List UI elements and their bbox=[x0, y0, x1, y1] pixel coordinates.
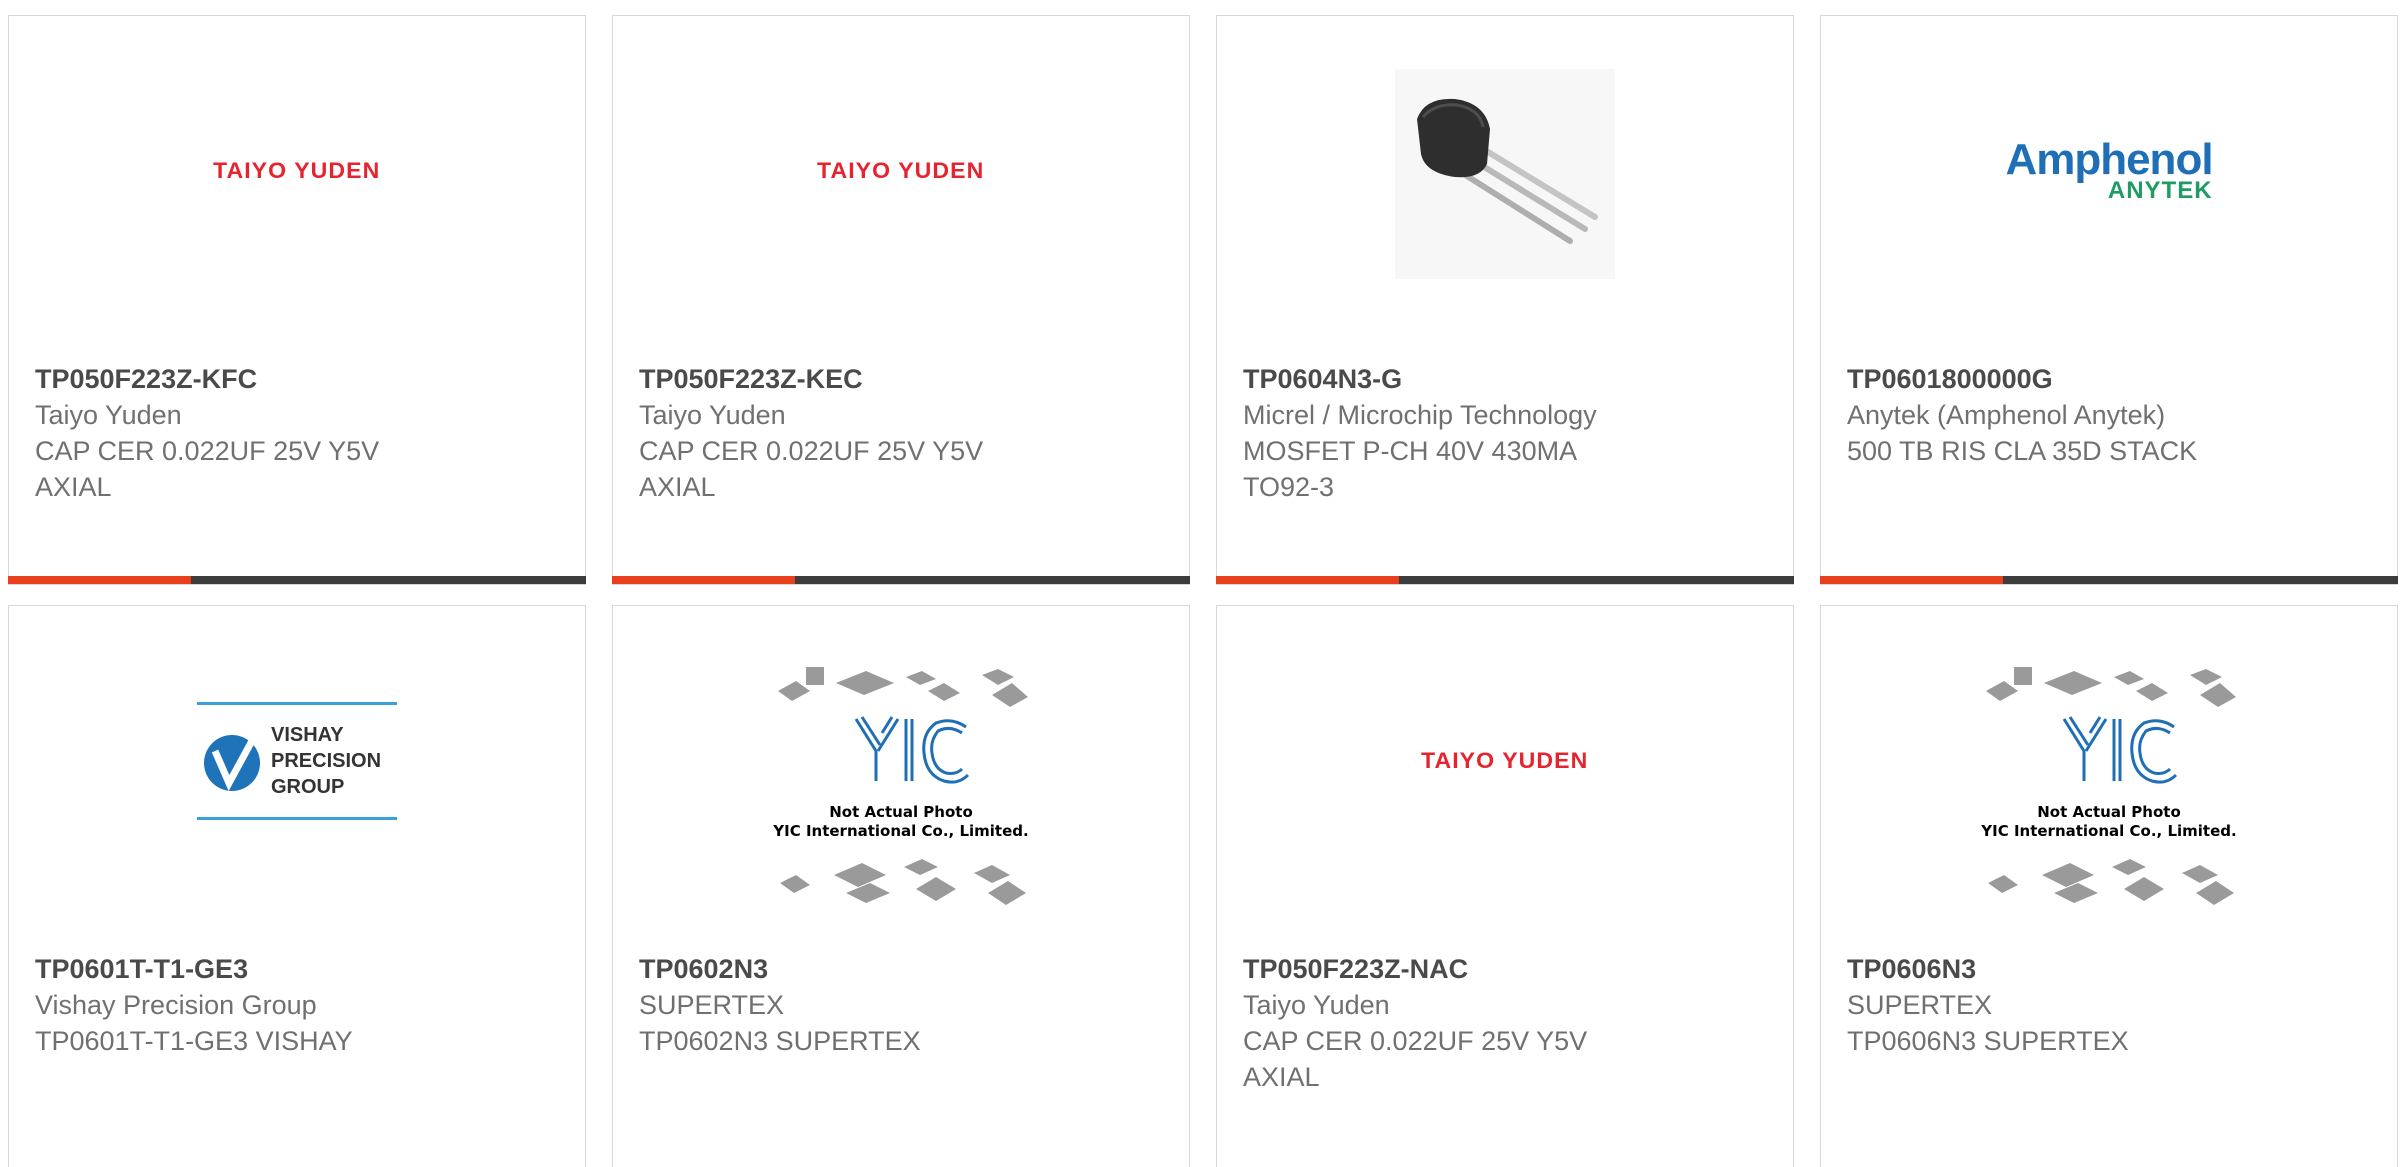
card-accent-bar bbox=[8, 576, 191, 584]
to92-transistor-photo bbox=[1395, 68, 1615, 279]
yic-placeholder-image: Not Actual Photo YIC International Co., … bbox=[1980, 667, 2237, 905]
product-image[interactable]: Amphenol ANYTEK bbox=[1821, 66, 2397, 336]
manufacturer: Vishay Precision Group bbox=[35, 990, 317, 1020]
part-number[interactable]: TP0604N3-G bbox=[1243, 361, 1773, 397]
description-line: AXIAL bbox=[1243, 1062, 1320, 1092]
vishay-logo-text: VISHAY bbox=[271, 724, 344, 746]
product-info: TP0601800000G Anytek (Amphenol Anytek) 5… bbox=[1847, 361, 2377, 469]
description-line: TP0606N3 SUPERTEX bbox=[1847, 1026, 2129, 1056]
product-card[interactable]: TAIYO YUDEN TP050F223Z-KEC Taiyo Yuden C… bbox=[612, 15, 1190, 585]
description-line: AXIAL bbox=[35, 472, 112, 502]
product-image[interactable]: Not Actual Photo YIC International Co., … bbox=[613, 656, 1189, 926]
description-line: TO92-3 bbox=[1243, 472, 1335, 502]
taiyo-yuden-logo: TAIYO YUDEN bbox=[213, 158, 381, 183]
yic-placeholder-image: Not Actual Photo YIC International Co., … bbox=[772, 667, 1029, 905]
part-number[interactable]: TP0606N3 bbox=[1847, 951, 2377, 987]
product-info: TP0604N3-G Micrel / Microchip Technology… bbox=[1243, 361, 1773, 505]
description-line: AXIAL bbox=[639, 472, 716, 502]
part-number[interactable]: TP0601800000G bbox=[1847, 361, 2377, 397]
description-line: CAP CER 0.022UF 25V Y5V bbox=[35, 436, 380, 466]
manufacturer: Taiyo Yuden bbox=[1243, 990, 1390, 1020]
product-card[interactable]: Not Actual Photo YIC International Co., … bbox=[612, 605, 1190, 1167]
card-footer-bar bbox=[1820, 576, 2398, 584]
manufacturer: Taiyo Yuden bbox=[639, 400, 786, 430]
manufacturer: SUPERTEX bbox=[1847, 990, 1993, 1020]
vishay-v-emblem-icon bbox=[204, 735, 260, 791]
description-line: MOSFET P-CH 40V 430MA bbox=[1243, 436, 1578, 466]
amphenol-wordmark: Amphenol bbox=[2005, 135, 2213, 184]
description-line: TP0602N3 SUPERTEX bbox=[639, 1026, 921, 1056]
product-image[interactable] bbox=[1217, 66, 1793, 336]
vishay-precision-group-logo: VISHAY PRECISION GROUP bbox=[197, 702, 397, 820]
product-image[interactable]: TAIYO YUDEN bbox=[9, 66, 585, 336]
manufacturer: Anytek (Amphenol Anytek) bbox=[1847, 400, 2166, 430]
description-line: CAP CER 0.022UF 25V Y5V bbox=[1243, 1026, 1588, 1056]
yic-caption: Not Actual Photo bbox=[2037, 803, 2181, 821]
product-card[interactable]: TAIYO YUDEN TP050F223Z-NAC Taiyo Yuden C… bbox=[1216, 605, 1794, 1167]
card-footer-bar bbox=[1216, 576, 1794, 584]
description-line: CAP CER 0.022UF 25V Y5V bbox=[639, 436, 984, 466]
part-number[interactable]: TP0602N3 bbox=[639, 951, 1169, 987]
card-footer-bar bbox=[8, 576, 586, 584]
product-card[interactable]: VISHAY PRECISION GROUP TP0601T-T1-GE3 Vi… bbox=[8, 605, 586, 1167]
product-info: TP050F223Z-KFC Taiyo Yuden CAP CER 0.022… bbox=[35, 361, 565, 505]
taiyo-yuden-logo: TAIYO YUDEN bbox=[1421, 748, 1589, 773]
yic-caption: YIC International Co., Limited. bbox=[1980, 822, 2236, 840]
product-image[interactable]: VISHAY PRECISION GROUP bbox=[9, 656, 585, 926]
card-footer-bar bbox=[612, 576, 1190, 584]
product-info: TP0602N3 SUPERTEX TP0602N3 SUPERTEX bbox=[639, 951, 1169, 1059]
part-number[interactable]: TP050F223Z-KFC bbox=[35, 361, 565, 397]
product-info: TP050F223Z-NAC Taiyo Yuden CAP CER 0.022… bbox=[1243, 951, 1773, 1095]
part-number[interactable]: TP050F223Z-NAC bbox=[1243, 951, 1773, 987]
card-accent-bar bbox=[1216, 576, 1399, 584]
vishay-logo-text: GROUP bbox=[271, 776, 345, 798]
product-image[interactable]: Not Actual Photo YIC International Co., … bbox=[1821, 656, 2397, 926]
product-card[interactable]: Amphenol ANYTEK TP0601800000G Anytek (Am… bbox=[1820, 15, 2398, 585]
vishay-logo-text: PRECISION bbox=[271, 750, 382, 772]
product-image[interactable]: TAIYO YUDEN bbox=[1217, 656, 1793, 926]
product-info: TP0601T-T1-GE3 Vishay Precision Group TP… bbox=[35, 951, 565, 1059]
product-info: TP0606N3 SUPERTEX TP0606N3 SUPERTEX bbox=[1847, 951, 2377, 1059]
product-image[interactable]: TAIYO YUDEN bbox=[613, 66, 1189, 336]
yic-caption: YIC International Co., Limited. bbox=[772, 822, 1028, 840]
taiyo-yuden-logo: TAIYO YUDEN bbox=[817, 158, 985, 183]
product-info: TP050F223Z-KEC Taiyo Yuden CAP CER 0.022… bbox=[639, 361, 1169, 505]
part-number[interactable]: TP050F223Z-KEC bbox=[639, 361, 1169, 397]
card-accent-bar bbox=[1820, 576, 2003, 584]
yic-caption: Not Actual Photo bbox=[829, 803, 973, 821]
product-card[interactable]: TAIYO YUDEN TP050F223Z-KFC Taiyo Yuden C… bbox=[8, 15, 586, 585]
card-accent-bar bbox=[612, 576, 795, 584]
manufacturer: SUPERTEX bbox=[639, 990, 785, 1020]
description-line: TP0601T-T1-GE3 VISHAY bbox=[35, 1026, 353, 1056]
product-card[interactable]: TP0604N3-G Micrel / Microchip Technology… bbox=[1216, 15, 1794, 585]
manufacturer: Micrel / Microchip Technology bbox=[1243, 400, 1597, 430]
description-line: 500 TB RIS CLA 35D STACK bbox=[1847, 436, 2198, 466]
manufacturer: Taiyo Yuden bbox=[35, 400, 182, 430]
product-card[interactable]: Not Actual Photo YIC International Co., … bbox=[1820, 605, 2398, 1167]
amphenol-anytek-logo: Amphenol ANYTEK bbox=[2005, 135, 2213, 204]
part-number[interactable]: TP0601T-T1-GE3 bbox=[35, 951, 565, 987]
product-grid: TAIYO YUDEN TP050F223Z-KFC Taiyo Yuden C… bbox=[0, 0, 2400, 1167]
anytek-wordmark: ANYTEK bbox=[2107, 177, 2213, 204]
